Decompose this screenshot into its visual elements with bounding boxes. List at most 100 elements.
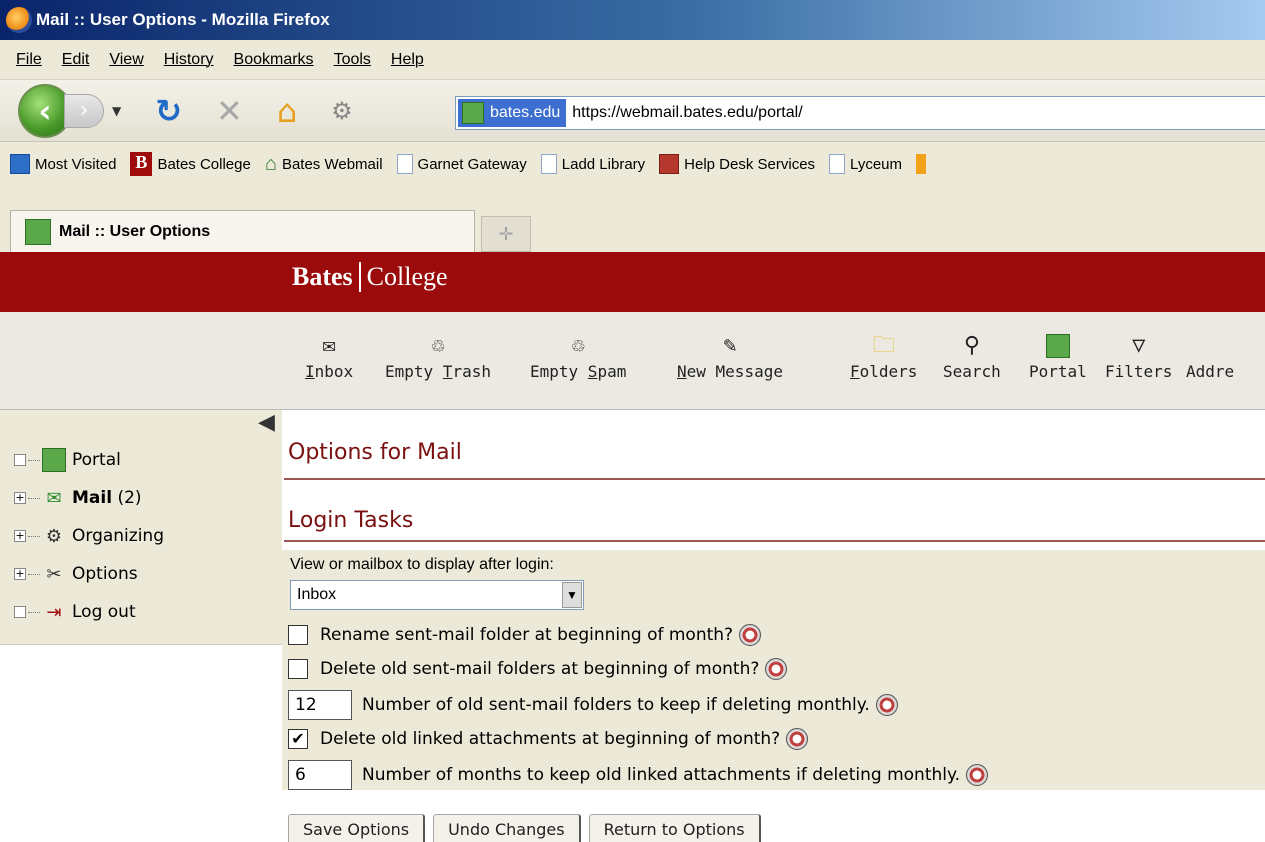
- menu-bookmarks[interactable]: Bookmarks: [234, 51, 314, 69]
- months-option-row: 6 Number of months to keep old linked at…: [288, 760, 989, 790]
- bookmark-label: Most Visited: [35, 155, 117, 173]
- home-icon[interactable]: ⌂: [277, 92, 297, 130]
- filters-button[interactable]: ▽ Filters: [1105, 330, 1172, 381]
- help-lifebuoy-icon[interactable]: [765, 658, 788, 680]
- section-divider: [284, 540, 1265, 542]
- tab-mail-user-options[interactable]: Mail :: User Options: [10, 210, 475, 252]
- page-title: Options for Mail: [288, 440, 462, 465]
- portal-icon: [1045, 330, 1070, 362]
- menu-file[interactable]: File: [16, 51, 42, 69]
- filter-icon: ▽: [1132, 333, 1146, 358]
- firefox-logo-icon: [6, 7, 32, 33]
- sidebar-item-options[interactable]: + ✂ Options: [14, 562, 138, 586]
- inbox-button[interactable]: ✉ Inbox: [305, 330, 353, 381]
- delete-label: Delete old sent-mail folders at beginnin…: [320, 659, 760, 679]
- empty-trash-button[interactable]: ♲ Empty Trash: [385, 330, 491, 381]
- sidebar-item-label: Organizing: [72, 526, 164, 546]
- portal-label: Portal: [1029, 362, 1087, 381]
- rename-option-row: Rename sent-mail folder at beginning of …: [288, 624, 762, 646]
- expand-icon[interactable]: +: [14, 568, 26, 580]
- new-tab-button[interactable]: ✛: [481, 216, 531, 252]
- portal-button[interactable]: Portal: [1029, 330, 1087, 381]
- menu-view[interactable]: View: [109, 51, 143, 69]
- bookmark-lyceum[interactable]: Lyceum: [829, 154, 902, 174]
- chevron-down-icon[interactable]: ▼: [562, 582, 582, 608]
- section-title: Login Tasks: [288, 508, 414, 533]
- empty-spam-button[interactable]: ♲ Empty Spam: [530, 330, 626, 381]
- inbox-label: Inbox: [305, 362, 354, 381]
- history-dropdown-icon[interactable]: ▼: [112, 104, 121, 118]
- attach-option-row: ✔ Delete old linked attachments at begin…: [288, 728, 809, 750]
- mailbox-select[interactable]: Inbox ▼: [290, 580, 584, 610]
- search-icon: ⚲: [963, 333, 980, 358]
- folder-icon: 🗀: [872, 333, 895, 358]
- window-title: Mail :: User Options - Mozilla Firefox: [36, 10, 330, 29]
- menu-help[interactable]: Help: [391, 51, 424, 69]
- save-options-button[interactable]: Save Options: [288, 814, 426, 842]
- months-input[interactable]: 6: [288, 760, 352, 790]
- bookmark-most-visited[interactable]: Most Visited: [10, 154, 116, 174]
- site-identity-label: bates.edu: [490, 104, 561, 121]
- site-header: Bates College: [0, 252, 1265, 312]
- return-to-options-button[interactable]: Return to Options: [588, 814, 761, 842]
- undo-changes-button[interactable]: Undo Changes: [433, 814, 581, 842]
- help-lifebuoy-icon[interactable]: [786, 728, 809, 750]
- bookmark-label: Ladd Library: [561, 155, 646, 173]
- stop-icon[interactable]: ✕: [216, 92, 243, 130]
- address-book-button[interactable]: Addre: [1186, 330, 1234, 381]
- delete-checkbox[interactable]: [288, 659, 308, 679]
- site-identity-button[interactable]: bates.edu: [458, 99, 567, 127]
- sidebar-item-logout[interactable]: ⇥ Log out: [14, 600, 136, 624]
- folders-button[interactable]: 🗀 Folders: [850, 330, 917, 381]
- forward-button[interactable]: ›: [64, 93, 104, 128]
- attachments-checkbox[interactable]: ✔: [288, 729, 308, 749]
- help-lifebuoy-icon[interactable]: [875, 694, 898, 716]
- bookmark-overflow-icon[interactable]: [916, 154, 927, 174]
- bookmark-bates-college[interactable]: B Bates College: [130, 152, 251, 176]
- back-arrow-icon: ‹: [38, 91, 52, 130]
- bookmark-garnet-gateway[interactable]: Garnet Gateway: [396, 154, 527, 174]
- portal-icon: [42, 448, 66, 472]
- expand-icon[interactable]: +: [14, 492, 26, 504]
- keep-option-row: 12 Number of old sent-mail folders to ke…: [288, 690, 898, 720]
- menu-edit[interactable]: Edit: [62, 51, 90, 69]
- collapse-sidebar-icon[interactable]: ◀: [258, 410, 275, 435]
- search-label: Search: [943, 362, 1001, 381]
- view-label: View or mailbox to display after login:: [290, 556, 554, 573]
- login-tasks-form: View or mailbox to display after login: …: [282, 550, 1265, 790]
- attach-label: Delete old linked attachments at beginni…: [320, 729, 781, 749]
- expand-icon[interactable]: +: [14, 530, 26, 542]
- menu-bar: File Edit View History Bookmarks Tools H…: [0, 40, 1265, 80]
- new-message-button[interactable]: ✎ New Message: [677, 330, 783, 381]
- keep-folders-input[interactable]: 12: [288, 690, 352, 720]
- tools-icon: ✂: [46, 563, 62, 585]
- address-label: Addre: [1186, 362, 1235, 381]
- extension-icon[interactable]: ⚙: [331, 97, 353, 125]
- sidebar-item-label: Mail: [72, 488, 113, 508]
- help-lifebuoy-icon[interactable]: [739, 624, 762, 646]
- address-icon-placeholder: [1186, 330, 1199, 362]
- rename-checkbox[interactable]: [288, 625, 308, 645]
- bookmark-ladd-library[interactable]: Ladd Library: [540, 154, 646, 174]
- url-text[interactable]: https://webmail.bates.edu/portal/: [572, 104, 802, 122]
- url-bar[interactable]: bates.edu https://webmail.bates.edu/port…: [455, 96, 1265, 130]
- compose-icon: ✎: [723, 333, 737, 358]
- menu-history[interactable]: History: [164, 51, 214, 69]
- sidebar-item-label: Log out: [72, 602, 136, 622]
- spam-trash-icon: ♲: [571, 333, 585, 358]
- help-desk-icon: [659, 154, 680, 174]
- search-button[interactable]: ⚲ Search: [943, 330, 1001, 381]
- bookmark-label: Garnet Gateway: [417, 155, 527, 173]
- bookmark-label: Help Desk Services: [684, 155, 816, 173]
- reload-icon[interactable]: ↻: [155, 92, 182, 130]
- window-titlebar: Mail :: User Options - Mozilla Firefox: [0, 0, 1265, 40]
- bates-college-logo[interactable]: Bates College: [292, 262, 448, 292]
- sidebar-item-organizing[interactable]: + ⚙ Organizing: [14, 524, 164, 548]
- bookmark-help-desk[interactable]: Help Desk Services: [659, 154, 815, 174]
- sidebar-item-mail[interactable]: + ✉ Mail (2): [14, 486, 142, 510]
- menu-tools[interactable]: Tools: [334, 51, 371, 69]
- bookmark-bates-webmail[interactable]: ⌂ Bates Webmail: [265, 154, 383, 174]
- help-lifebuoy-icon[interactable]: [966, 764, 989, 786]
- sidebar-item-portal[interactable]: Portal: [14, 448, 121, 472]
- empty-spam-label: Empty Spam: [530, 362, 627, 381]
